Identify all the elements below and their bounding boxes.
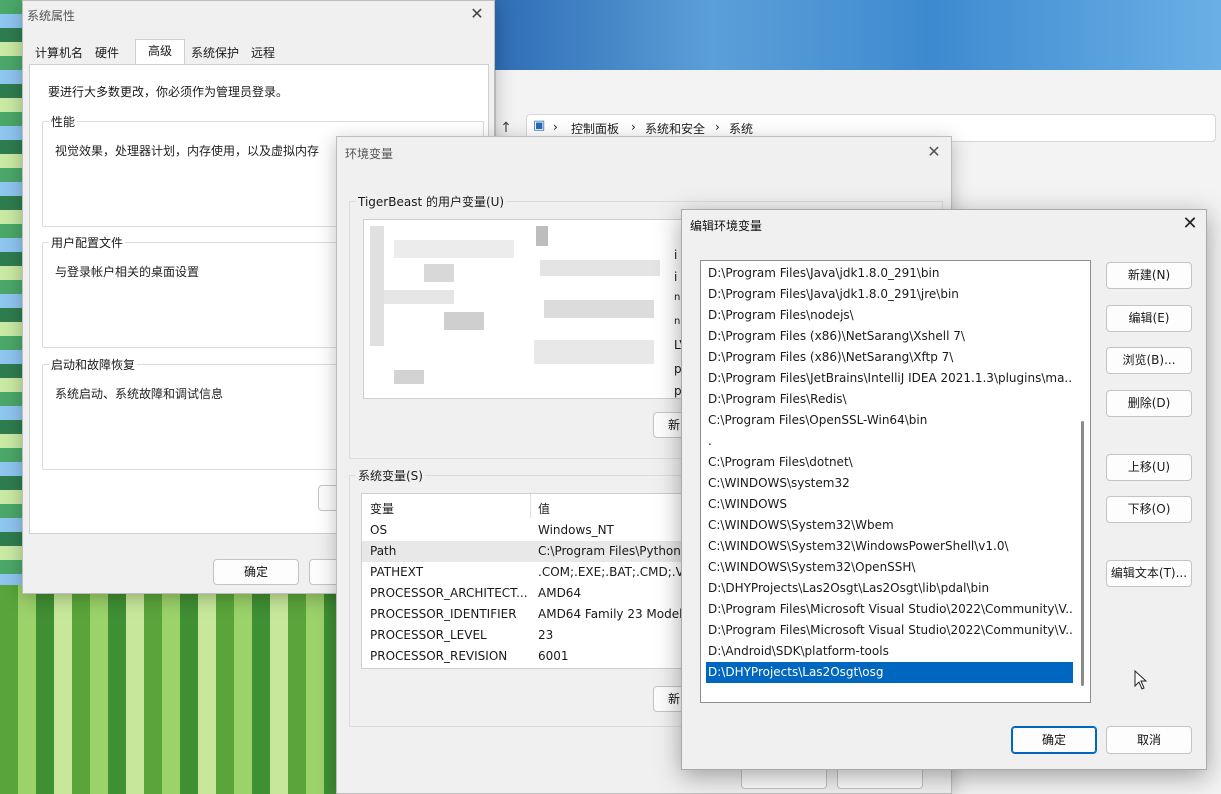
var-name: Path [370, 544, 397, 558]
table-row[interactable]: Path C:\Program Files\Python3 [362, 541, 690, 562]
table-row[interactable]: PROCESSOR_REVISION 6001 [362, 646, 690, 667]
mouse-cursor-icon [1134, 670, 1148, 690]
tab-hardware[interactable]: 硬件 [89, 41, 125, 65]
user-var-fragment: n [674, 316, 681, 327]
user-variables-list[interactable]: i i n n LV p p [363, 219, 683, 399]
list-item[interactable]: C:\Program Files\dotnet\ [706, 452, 1073, 473]
breadcrumb-item[interactable]: 系统和安全 [645, 120, 705, 137]
delete-button[interactable]: 删除(D) [1106, 390, 1192, 417]
list-item[interactable]: D:\Android\SDK\platform-tools [706, 641, 1073, 662]
ok-button[interactable]: 确定 [1011, 726, 1097, 754]
list-item[interactable]: C:\WINDOWS\System32\WindowsPowerShell\v1… [706, 536, 1073, 557]
list-item[interactable]: D:\Program Files\Redis\ [706, 389, 1073, 410]
column-divider[interactable] [530, 494, 531, 518]
var-value: AMD64 [538, 586, 582, 600]
group-title: 性能 [49, 113, 78, 130]
list-item-selected[interactable]: D:\DHYProjects\Las2Osgt\osg [706, 662, 1073, 683]
column-header-value[interactable]: 值 [538, 500, 550, 517]
window-title: 系统属性 [27, 9, 76, 23]
list-item[interactable]: D:\Program Files\nodejs\ [706, 305, 1073, 326]
group-title: 启动和故障恢复 [49, 356, 138, 373]
table-row[interactable]: PATHEXT .COM;.EXE;.BAT;.CMD;.VB [362, 562, 691, 583]
window-title: 环境变量 [345, 147, 394, 161]
var-name: PATHEXT [370, 565, 424, 579]
list-item[interactable]: D:\DHYProjects\Las2Osgt\Las2Osgt\lib\pda… [706, 578, 1073, 599]
list-item[interactable]: D:\Program Files\JetBrains\IntelliJ IDEA… [706, 368, 1073, 389]
breadcrumb-item[interactable]: 系统 [729, 120, 753, 137]
list-item[interactable]: D:\Program Files (x86)\NetSarang\Xshell … [706, 326, 1073, 347]
table-row[interactable]: OS Windows_NT [362, 520, 690, 541]
edit-button[interactable]: 编辑(E) [1106, 305, 1192, 332]
table-row[interactable]: PROCESSOR_IDENTIFIER AMD64 Family 23 Mod… [362, 604, 690, 625]
var-value: 23 [538, 628, 554, 642]
tab-remote[interactable]: 远程 [245, 41, 281, 65]
edit-text-button[interactable]: 编辑文本(T)... [1106, 560, 1192, 587]
chevron-right-icon: › [631, 120, 636, 134]
list-item[interactable]: C:\WINDOWS\System32\OpenSSH\ [706, 557, 1073, 578]
list-item[interactable]: . [706, 431, 1073, 452]
control-panel-icon: ▣ [533, 118, 546, 133]
var-name: PROCESSOR_IDENTIFIER [370, 607, 517, 621]
user-var-fragment: i [674, 248, 678, 262]
group-description: 系统启动、系统故障和调试信息 [55, 387, 224, 401]
var-name: PROCESSOR_REVISION [370, 649, 508, 663]
user-var-fragment: n [674, 292, 681, 303]
var-name: PROCESSOR_LEVEL [370, 628, 487, 642]
close-icon[interactable]: ✕ [466, 3, 488, 25]
group-description: 与登录帐户相关的桌面设置 [55, 265, 200, 279]
dialog-title: 编辑环境变量 [690, 219, 763, 233]
breadcrumb-item[interactable]: 控制面板 [571, 120, 619, 137]
browse-button[interactable]: 浏览(B)... [1106, 347, 1192, 374]
var-value: .COM;.EXE;.BAT;.CMD;.VB [538, 565, 691, 579]
column-header-name[interactable]: 变量 [370, 500, 394, 517]
list-item[interactable]: D:\Program Files\Microsoft Visual Studio… [706, 599, 1073, 620]
close-icon[interactable]: ✕ [923, 141, 945, 163]
var-value: 6001 [538, 649, 569, 663]
list-item[interactable]: D:\Program Files\Java\jdk1.8.0_291\bin [706, 263, 1073, 284]
list-item[interactable]: D:\Program Files\Java\jdk1.8.0_291\jre\b… [706, 284, 1073, 305]
group-title: 系统变量(S) [356, 467, 425, 484]
tab-computer-name[interactable]: 计算机名 [29, 41, 89, 65]
wallpaper-sky [495, 0, 1221, 70]
path-list[interactable]: D:\Program Files\Java\jdk1.8.0_291\bin D… [700, 260, 1091, 703]
table-row[interactable]: PROCESSOR_LEVEL 23 [362, 625, 690, 646]
wallpaper-grass [0, 585, 340, 794]
var-value: AMD64 Family 23 Model [538, 607, 683, 621]
var-name: PROCESSOR_ARCHITECT... [370, 586, 528, 600]
cancel-button[interactable]: 取消 [1106, 726, 1192, 754]
tab-advanced[interactable]: 高级 [135, 39, 186, 65]
group-title: 用户配置文件 [49, 234, 126, 251]
chevron-right-icon: › [553, 120, 558, 134]
var-value: C:\Program Files\Python3 [538, 544, 689, 558]
list-item[interactable]: C:\WINDOWS\system32 [706, 473, 1073, 494]
edit-env-variable-dialog: 编辑环境变量 ✕ D:\Program Files\Java\jdk1.8.0_… [681, 209, 1207, 770]
move-up-button[interactable]: 上移(U) [1106, 454, 1192, 481]
list-item[interactable]: C:\WINDOWS [706, 494, 1073, 515]
var-value: Windows_NT [538, 523, 614, 537]
var-name: OS [370, 523, 388, 537]
list-item[interactable]: D:\Program Files (x86)\NetSarang\Xftp 7\ [706, 347, 1073, 368]
user-var-fragment: i [674, 270, 678, 284]
tab-system-protection[interactable]: 系统保护 [185, 41, 245, 65]
chevron-right-icon: › [715, 120, 720, 134]
ok-button[interactable]: 确定 [213, 559, 299, 585]
move-down-button[interactable]: 下移(O) [1106, 496, 1192, 523]
table-row[interactable]: PROCESSOR_ARCHITECT... AMD64 [362, 583, 690, 604]
list-item[interactable]: C:\WINDOWS\System32\Wbem [706, 515, 1073, 536]
list-item[interactable]: D:\Program Files\Microsoft Visual Studio… [706, 620, 1073, 641]
group-title: TigerBeast 的用户变量(U) [356, 193, 507, 210]
group-description: 视觉效果，处理器计划，内存使用，以及虚拟内存 [55, 144, 320, 158]
tab-bar: 计算机名 硬件 高级 系统保护 远程 [29, 39, 489, 65]
close-icon[interactable]: ✕ [1178, 212, 1202, 236]
system-variables-table[interactable]: 变量 值 OS Windows_NT Path C:\Program Files… [361, 493, 691, 669]
scrollbar-thumb[interactable] [1081, 421, 1084, 686]
new-button[interactable]: 新建(N) [1106, 262, 1192, 289]
list-item[interactable]: C:\Program Files\OpenSSL-Win64\bin [706, 410, 1073, 431]
admin-notice: 要进行大多数更改，你必须作为管理员登录。 [48, 85, 289, 99]
